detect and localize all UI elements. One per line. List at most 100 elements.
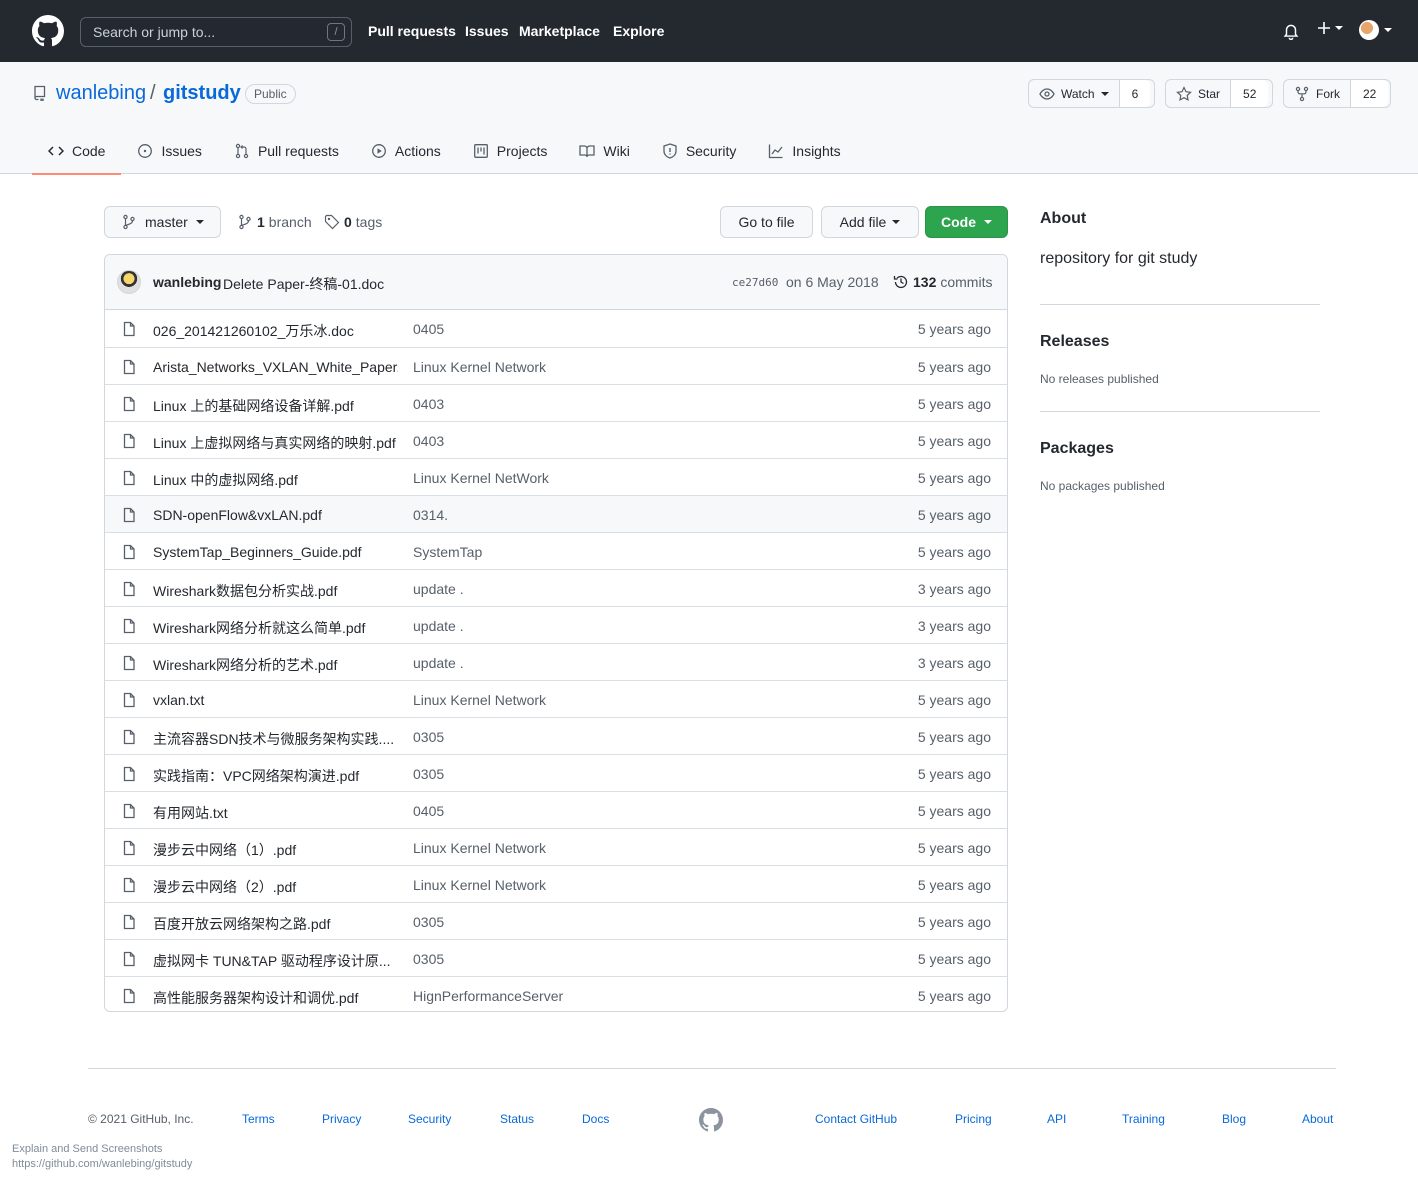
file-name-link[interactable]: 漫步云中网络（1）.pdf xyxy=(153,840,398,860)
file-commit-message-link[interactable]: HignPerformanceServer xyxy=(413,988,563,1004)
footer-link-training[interactable]: Training xyxy=(1122,1112,1165,1126)
file-row[interactable]: Linux 上虚拟网络与真实网络的映射.pdf 0403 5 years ago xyxy=(105,421,1007,458)
file-commit-message-link[interactable]: update . xyxy=(413,618,464,634)
watch-button[interactable]: Watch xyxy=(1029,80,1119,107)
star-button[interactable]: Star xyxy=(1166,80,1230,107)
nav-issues[interactable]: Issues xyxy=(465,23,509,39)
file-row[interactable]: 有用网站.txt 0405 5 years ago xyxy=(105,791,1007,828)
fork-button[interactable]: Fork xyxy=(1284,80,1350,107)
tab-pull-requests[interactable]: Pull requests xyxy=(218,128,355,174)
branches-link[interactable]: 1 branch xyxy=(237,214,312,230)
file-commit-message-link[interactable]: 0403 xyxy=(413,433,444,449)
nav-pull-requests[interactable]: Pull requests xyxy=(368,23,456,39)
file-commit-message-link[interactable]: 0305 xyxy=(413,951,444,967)
author-avatar[interactable] xyxy=(117,270,141,294)
file-commit-message-link[interactable]: 0314. xyxy=(413,507,448,523)
file-name-link[interactable]: 虚拟网卡 TUN&TAP 驱动程序设计原... xyxy=(153,951,398,971)
file-commit-message-link[interactable]: SystemTap xyxy=(413,544,482,560)
repo-name-link[interactable]: gitstudy xyxy=(163,82,241,105)
file-name-link[interactable]: Wireshark数据包分析实战.pdf xyxy=(153,581,398,601)
file-row[interactable]: 实践指南：VPC网络架构演进.pdf 0305 5 years ago xyxy=(105,754,1007,791)
tab-projects[interactable]: Projects xyxy=(457,128,564,174)
tab-security[interactable]: Security xyxy=(646,128,753,174)
github-logo-icon[interactable] xyxy=(32,15,64,47)
repo-owner-link[interactable]: wanlebing xyxy=(56,82,146,105)
footer-link-contact[interactable]: Contact GitHub xyxy=(815,1112,897,1126)
commit-sha-link[interactable]: ce27d60 xyxy=(732,276,778,289)
file-row[interactable]: Linux 上的基础网络设备详解.pdf 0403 5 years ago xyxy=(105,384,1007,421)
file-name-link[interactable]: Linux 中的虚拟网络.pdf xyxy=(153,470,398,490)
footer-link-api[interactable]: API xyxy=(1047,1112,1066,1126)
file-row[interactable]: Linux 中的虚拟网络.pdf Linux Kernel NetWork 5 ye… xyxy=(105,458,1007,495)
nav-explore[interactable]: Explore xyxy=(613,23,664,39)
go-to-file-button[interactable]: Go to file xyxy=(720,206,813,238)
file-commit-message-link[interactable]: update . xyxy=(413,581,464,597)
file-commit-message-link[interactable]: 0405 xyxy=(413,803,444,819)
watch-count[interactable]: 6 xyxy=(1118,80,1151,107)
tab-insights[interactable]: Insights xyxy=(752,128,856,174)
file-name-link[interactable]: 有用网站.txt xyxy=(153,803,398,823)
tab-actions[interactable]: Actions xyxy=(355,128,457,174)
user-menu[interactable] xyxy=(1359,20,1392,40)
footer-link-docs[interactable]: Docs xyxy=(582,1112,609,1126)
file-row[interactable]: 高性能服务器架构设计和调优.pdf HignPerformanceServer 5 … xyxy=(105,976,1007,1011)
file-name-link[interactable]: SDN-openFlow&vxLAN.pdf xyxy=(153,507,398,523)
file-commit-message-link[interactable]: Linux Kernel Network xyxy=(413,877,546,893)
create-new-menu[interactable] xyxy=(1316,20,1343,36)
github-mark-icon[interactable] xyxy=(699,1108,723,1132)
file-row[interactable]: SDN-openFlow&vxLAN.pdf 0314. 5 years ago xyxy=(105,495,1007,532)
file-commit-message-link[interactable]: Linux Kernel NetWork xyxy=(413,470,549,486)
footer-link-blog[interactable]: Blog xyxy=(1222,1112,1246,1126)
bell-icon[interactable] xyxy=(1282,22,1300,40)
file-row[interactable]: vxlan.txt Linux Kernel Network 5 years ago xyxy=(105,680,1007,717)
file-row[interactable]: Arista_Networks_VXLAN_White_Paper... Linu… xyxy=(105,347,1007,384)
footer-link-security[interactable]: Security xyxy=(408,1112,451,1126)
file-row[interactable]: 虚拟网卡 TUN&TAP 驱动程序设计原... 0305 5 years ago xyxy=(105,939,1007,976)
tags-link[interactable]: 0 tags xyxy=(324,214,382,230)
file-row[interactable]: Wireshark网络分析的艺术.pdf update . 3 years ago xyxy=(105,643,1007,680)
search-input[interactable]: Search or jump to... / xyxy=(80,17,352,47)
file-row[interactable]: 主流容器SDN技术与微服务架构实践.... 0305 5 years ago xyxy=(105,717,1007,754)
commits-history-link[interactable]: 132 commits xyxy=(893,274,992,290)
file-commit-message-link[interactable]: update . xyxy=(413,655,464,671)
nav-marketplace[interactable]: Marketplace xyxy=(519,23,600,39)
footer-link-pricing[interactable]: Pricing xyxy=(955,1112,992,1126)
file-commit-message-link[interactable]: 0305 xyxy=(413,729,444,745)
file-commit-message-link[interactable]: 0305 xyxy=(413,766,444,782)
file-row[interactable]: Wireshark数据包分析实战.pdf update . 3 years ago xyxy=(105,569,1007,606)
fork-count[interactable]: 22 xyxy=(1350,80,1389,107)
file-name-link[interactable]: 百度开放云网络架构之路.pdf xyxy=(153,914,398,934)
file-row[interactable]: 026_201421260102_万乐冰.doc 0405 5 years ago xyxy=(105,310,1007,347)
tab-wiki[interactable]: Wiki xyxy=(563,128,645,174)
commit-message-link[interactable]: Delete Paper-终稿-01.doc xyxy=(223,274,384,294)
footer-link-status[interactable]: Status xyxy=(500,1112,534,1126)
file-commit-message-link[interactable]: 0305 xyxy=(413,914,444,930)
file-name-link[interactable]: Arista_Networks_VXLAN_White_Paper... xyxy=(153,359,398,375)
file-name-link[interactable]: 高性能服务器架构设计和调优.pdf xyxy=(153,988,398,1008)
file-row[interactable]: Wireshark网络分析就这么简单.pdf update . 3 years ag… xyxy=(105,606,1007,643)
file-commit-message-link[interactable]: Linux Kernel Network xyxy=(413,840,546,856)
footer-link-privacy[interactable]: Privacy xyxy=(322,1112,361,1126)
add-file-button[interactable]: Add file xyxy=(821,206,919,238)
branch-select-button[interactable]: master xyxy=(104,206,221,238)
file-name-link[interactable]: SystemTap_Beginners_Guide.pdf xyxy=(153,544,398,560)
file-name-link[interactable]: Linux 上的基础网络设备详解.pdf xyxy=(153,396,398,416)
file-commit-message-link[interactable]: Linux Kernel Network xyxy=(413,359,546,375)
commit-author-link[interactable]: wanlebing xyxy=(153,274,221,290)
star-count[interactable]: 52 xyxy=(1230,80,1269,107)
file-name-link[interactable]: 漫步云中网络（2）.pdf xyxy=(153,877,398,897)
file-name-link[interactable]: 026_201421260102_万乐冰.doc xyxy=(153,321,398,341)
file-name-link[interactable]: Wireshark网络分析就这么简单.pdf xyxy=(153,618,398,638)
file-name-link[interactable]: 主流容器SDN技术与微服务架构实践.... xyxy=(153,729,398,749)
tab-issues[interactable]: Issues xyxy=(121,128,217,174)
code-download-button[interactable]: Code xyxy=(925,206,1008,238)
file-commit-message-link[interactable]: Linux Kernel Network xyxy=(413,692,546,708)
file-row[interactable]: SystemTap_Beginners_Guide.pdf SystemTap 5 … xyxy=(105,532,1007,569)
footer-link-terms[interactable]: Terms xyxy=(242,1112,275,1126)
file-commit-message-link[interactable]: 0405 xyxy=(413,321,444,337)
file-row[interactable]: 漫步云中网络（1）.pdf Linux Kernel Network 5 years… xyxy=(105,828,1007,865)
file-name-link[interactable]: vxlan.txt xyxy=(153,692,398,708)
footer-link-about[interactable]: About xyxy=(1302,1112,1333,1126)
file-name-link[interactable]: Linux 上虚拟网络与真实网络的映射.pdf xyxy=(153,433,398,453)
file-name-link[interactable]: 实践指南：VPC网络架构演进.pdf xyxy=(153,766,398,786)
